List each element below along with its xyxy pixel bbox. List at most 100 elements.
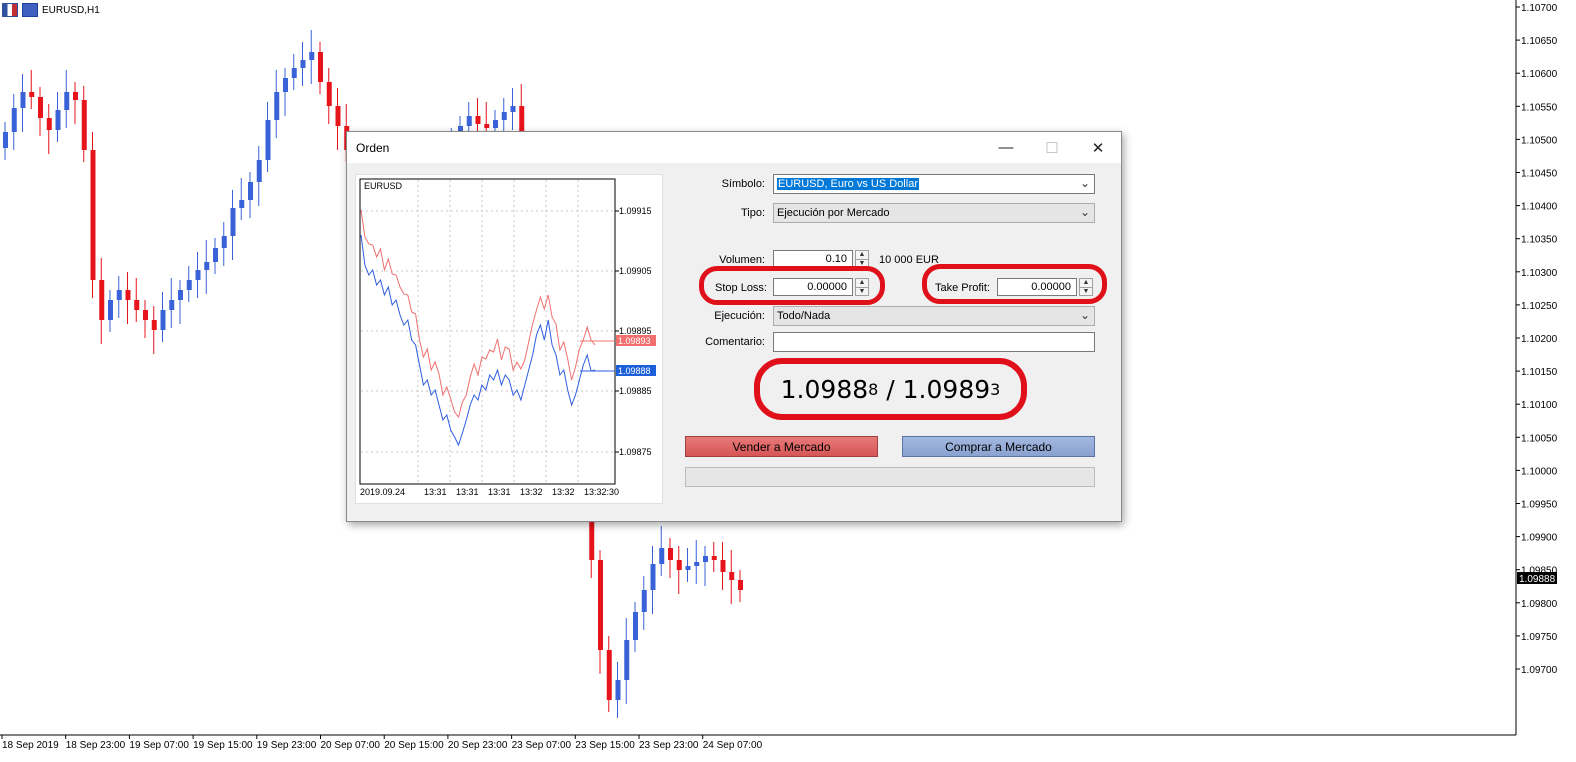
candle-body: [239, 200, 245, 208]
time-tick-label: 20 Sep 23:00: [448, 740, 508, 751]
chart-title: EURUSD,H1: [42, 4, 100, 16]
execution-label: Ejecución:: [714, 310, 765, 322]
chart-symbol-icon: [22, 3, 38, 17]
price-tick-label: 1.10600: [1521, 69, 1558, 80]
candle-body: [81, 100, 87, 150]
price-tick-label: 1.10000: [1521, 466, 1558, 477]
candle-body: [466, 116, 472, 126]
volume-unit: 10 000 EUR: [879, 254, 939, 266]
candle-body: [151, 320, 157, 330]
candle-body: [256, 160, 262, 182]
symbol-select[interactable]: EURUSD, Euro vs US Dollar ⌄: [773, 174, 1095, 194]
minimize-button[interactable]: —: [983, 132, 1029, 163]
candle-body: [501, 112, 507, 120]
ask-price-label: 1.09893: [618, 336, 651, 346]
candle-body: [186, 280, 192, 290]
candle-body: [291, 68, 297, 78]
sell-market-button[interactable]: Vender a Mercado: [685, 436, 878, 457]
candle-body: [493, 120, 498, 128]
chart-flag-icon: [2, 3, 18, 17]
bid-price-pipette: 8: [868, 379, 879, 399]
time-tick-label: 23 Sep 23:00: [639, 740, 699, 751]
candle-body: [3, 132, 8, 148]
volume-label: Volumen:: [719, 254, 765, 266]
time-tick-label: 18 Sep 23:00: [66, 740, 126, 751]
execution-select[interactable]: Todo/Nada ⌄: [773, 306, 1095, 326]
price-tick-label: 1.09900: [1521, 533, 1558, 544]
tick-chart-time-axis: 2019.09.24 13:31 13:31 13:31 13:32 13:32 13:32…: [360, 487, 619, 497]
tick-time-label: 13:32: [552, 487, 575, 497]
candle-body: [475, 116, 481, 124]
candle-body: [46, 118, 52, 130]
candle-body: [309, 52, 315, 60]
price-tick-label: 1.10100: [1521, 400, 1558, 411]
candle-body: [484, 124, 490, 128]
candle-body: [633, 612, 638, 640]
bid-price-label: 1.09888: [618, 366, 651, 376]
time-tick-label: 24 Sep 07:00: [703, 740, 763, 751]
price-tick-label: 1.10550: [1521, 102, 1558, 113]
ask-price-marker: 1.09893: [616, 335, 656, 346]
price-tick-label: 1.10150: [1521, 367, 1558, 378]
candle-body: [641, 590, 647, 612]
ask-price-pipette: 3: [990, 379, 1001, 399]
dialog-title: Orden: [356, 141, 390, 155]
type-label: Tipo:: [740, 207, 765, 219]
candle-body: [659, 548, 665, 564]
candle-body: [326, 82, 332, 106]
bid-price-main: 1.0988: [780, 374, 869, 404]
dialog-titlebar[interactable]: Orden — ☐ ✕: [347, 132, 1121, 163]
candle-body: [108, 300, 113, 320]
price-tick-label: 1.09700: [1521, 665, 1558, 676]
tick-chart: EURUSD 1.09915 1.09905 1.09895 1.09885 1.098…: [355, 174, 663, 504]
candle-body: [738, 580, 743, 590]
spin-up-icon[interactable]: ▲: [856, 251, 868, 259]
tick-time-label: 13:32:30: [584, 487, 619, 497]
chevron-down-icon: ⌄: [1079, 205, 1090, 219]
symbol-label: Símbolo:: [721, 178, 765, 190]
candle-body: [248, 182, 253, 200]
bid-price-marker: 1.09888: [616, 365, 656, 376]
price-tick-label: 1.09950: [1521, 500, 1558, 511]
tick-chart-price-axis: 1.09915 1.09905 1.09895 1.09885 1.09875: [615, 206, 652, 457]
tick-price-label: 1.09905: [619, 266, 652, 276]
candle-body: [160, 310, 166, 330]
tick-price-label: 1.09875: [619, 447, 652, 457]
tick-time-label: 13:32: [520, 487, 543, 497]
candle-body: [125, 290, 131, 300]
time-tick-label: 23 Sep 07:00: [512, 740, 572, 751]
candle-body: [213, 248, 218, 262]
price-tick-label: 1.10200: [1521, 334, 1558, 345]
maximize-button[interactable]: ☐: [1029, 132, 1075, 163]
time-tick-label: 20 Sep 07:00: [321, 740, 381, 751]
candle-body: [694, 562, 700, 566]
price-tick-label: 1.10450: [1521, 169, 1558, 180]
candle-body: [73, 92, 78, 100]
candle-body: [265, 120, 271, 160]
price-tick-label: 1.10400: [1521, 202, 1558, 213]
comment-input[interactable]: [773, 332, 1095, 352]
price-tick-label: 1.09800: [1521, 599, 1558, 610]
buy-market-button[interactable]: Comprar a Mercado: [902, 436, 1095, 457]
candle-body: [55, 110, 61, 130]
candle-body: [510, 106, 516, 112]
order-dialog: Orden — ☐ ✕ EURUSD 1.09915 1.09905 1.09895…: [346, 131, 1122, 522]
type-select[interactable]: Ejecución por Mercado ⌄: [773, 203, 1095, 223]
price-tick-label: 1.10650: [1521, 36, 1558, 47]
price-tick-label: 1.09750: [1521, 632, 1558, 643]
close-button[interactable]: ✕: [1075, 132, 1121, 163]
candle-body: [676, 560, 682, 570]
candle-body: [134, 300, 140, 310]
current-price-marker: 1.09888: [1517, 572, 1557, 585]
candle-body: [116, 290, 122, 300]
price-tick-label: 1.10350: [1521, 235, 1558, 246]
candle-body: [90, 150, 96, 280]
tick-price-label: 1.09915: [619, 206, 652, 216]
candle-body: [650, 564, 656, 590]
candle-body: [729, 572, 735, 580]
candle-body: [668, 548, 673, 560]
candle-body: [29, 92, 35, 97]
candle-body: [11, 108, 17, 132]
time-tick-label: 23 Sep 15:00: [575, 740, 635, 751]
candle-body: [335, 106, 341, 126]
